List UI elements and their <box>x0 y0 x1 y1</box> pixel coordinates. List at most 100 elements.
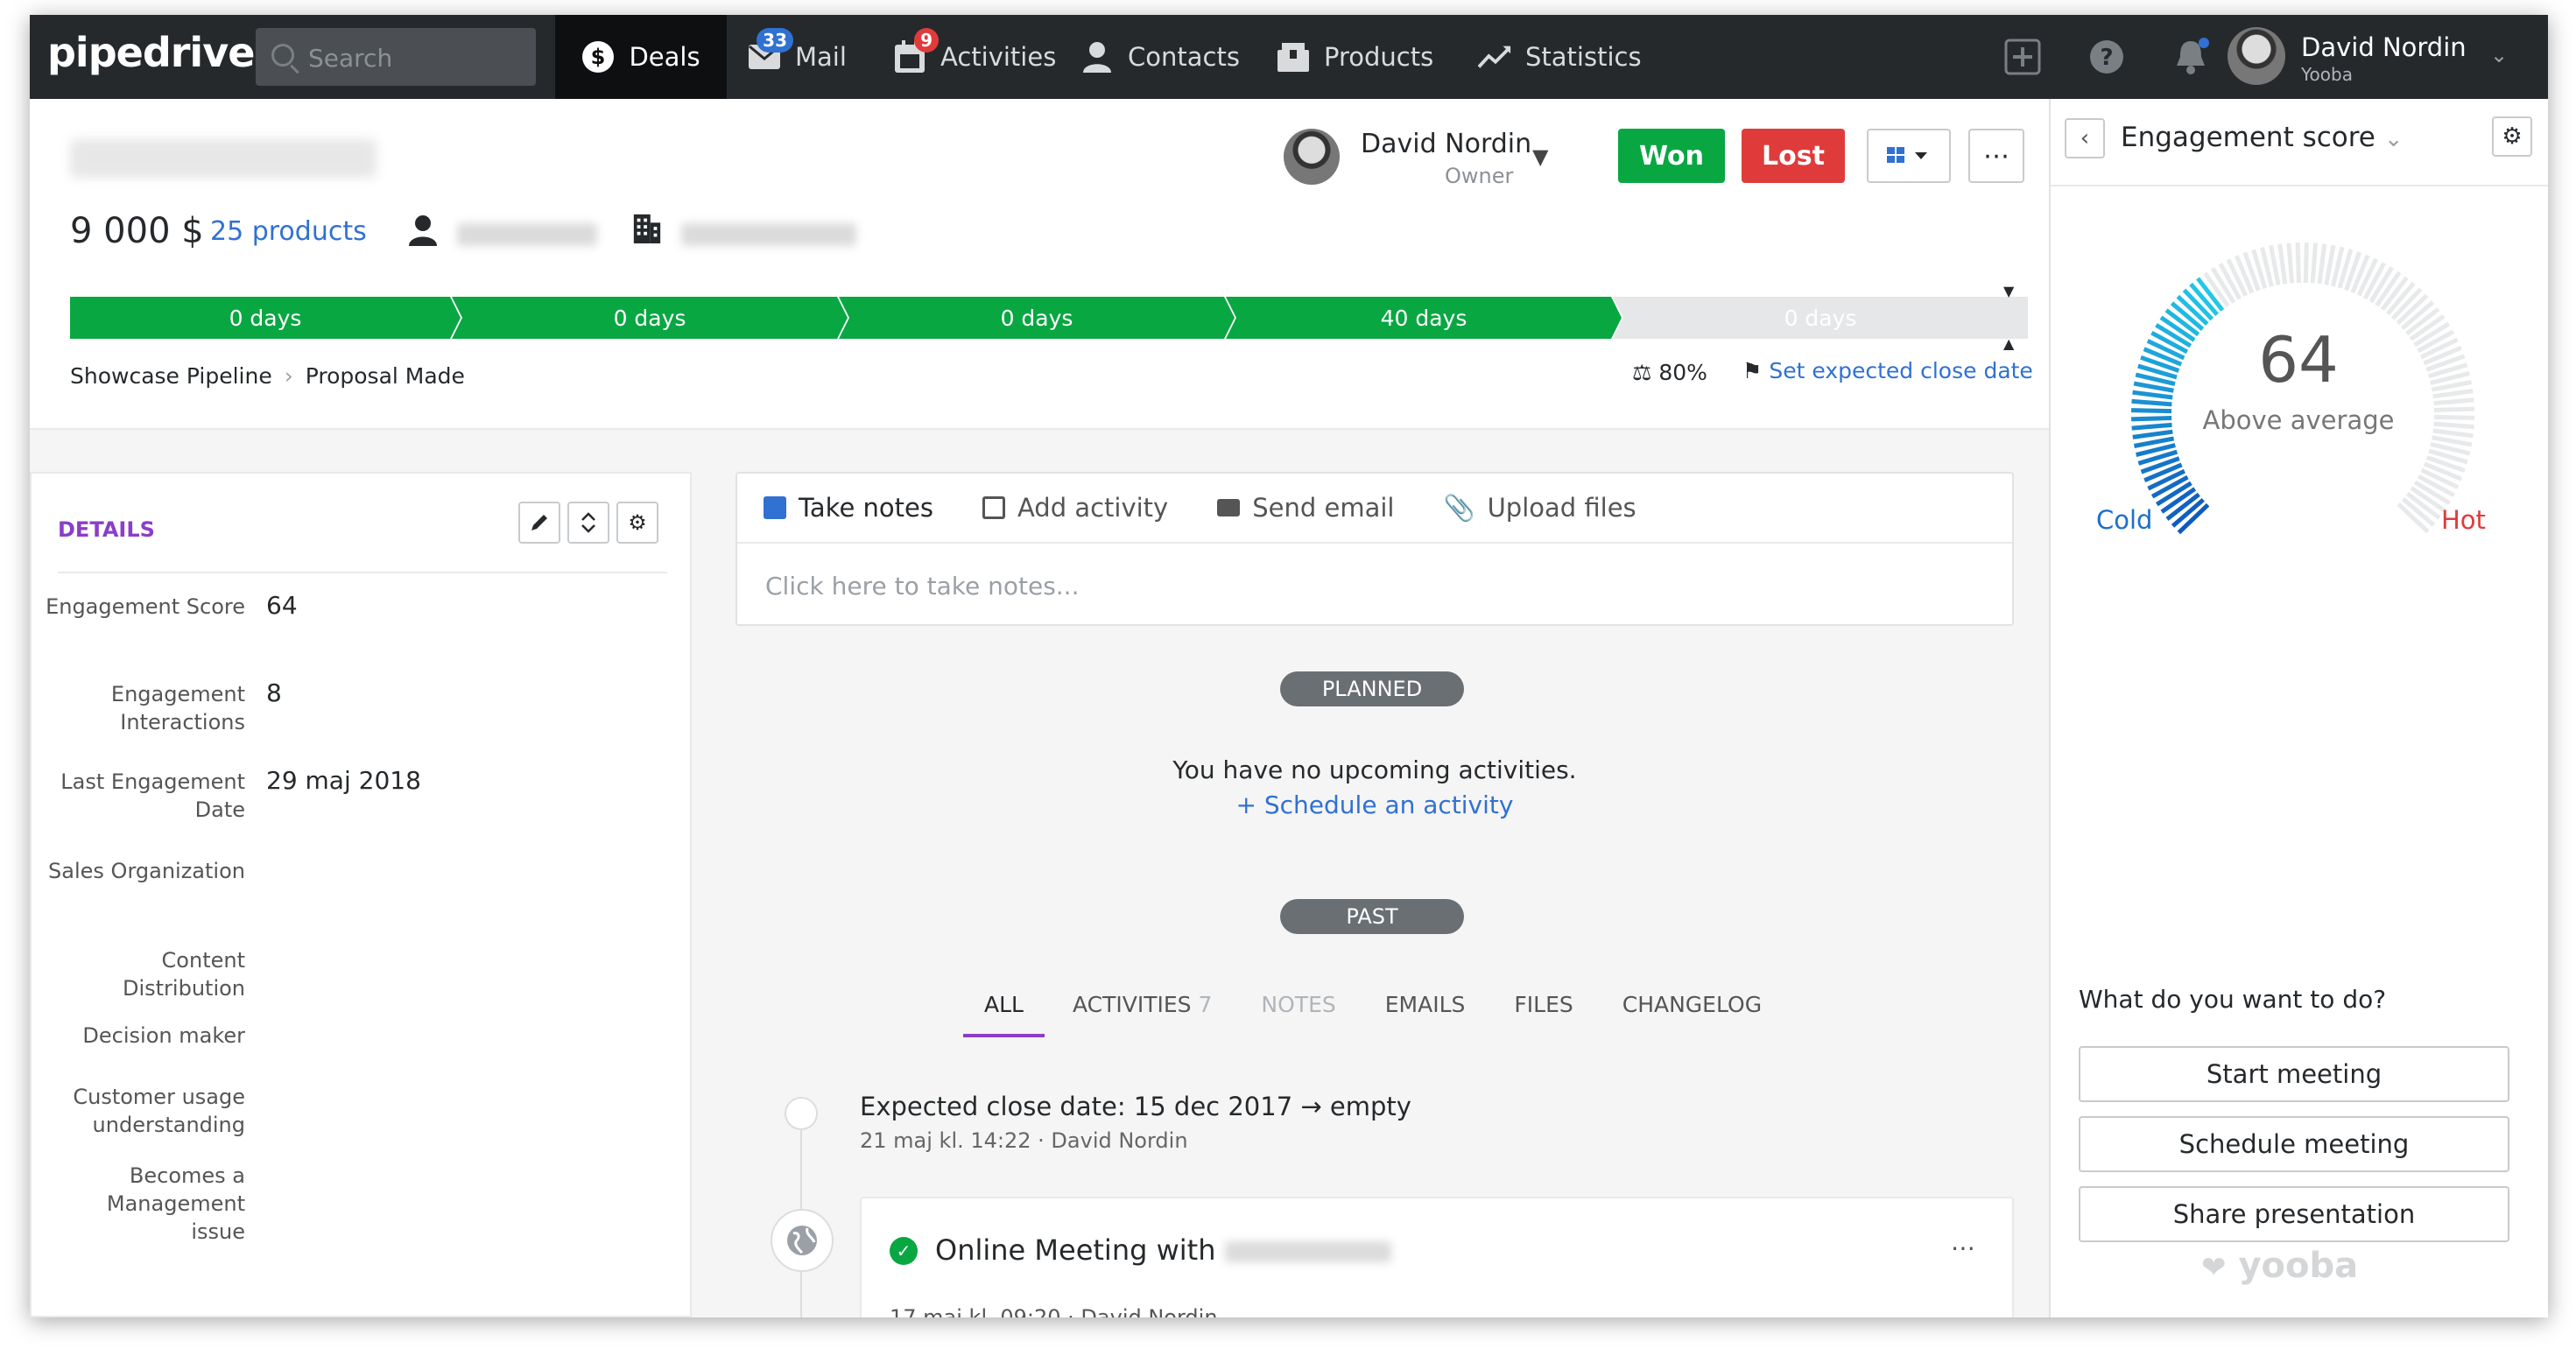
notes-input[interactable]: Click here to take notes... <box>765 572 1079 601</box>
more-options-icon[interactable]: ⋯ <box>1951 1233 1975 1262</box>
activity-title: Online Meeting with <box>935 1233 1391 1267</box>
gear-icon[interactable]: ⚙ <box>616 502 658 544</box>
search-placeholder: Search <box>308 44 393 73</box>
schedule-meeting-button[interactable]: Schedule meeting <box>2079 1116 2509 1172</box>
set-close-date-link[interactable]: ⚑ Set expected close date <box>1742 358 2033 383</box>
person-icon <box>409 215 437 246</box>
user-name: David Nordin <box>2301 32 2467 62</box>
view-switch-button[interactable] <box>1867 129 1951 183</box>
planned-pill: PLANNED <box>1280 671 1464 706</box>
nav-products[interactable]: Products <box>1277 15 1433 99</box>
share-presentation-button[interactable]: Share presentation <box>2079 1186 2509 1242</box>
user-menu[interactable]: David Nordin Yooba ⌄ <box>2228 24 2525 90</box>
probability-value: 80% <box>1658 360 1707 385</box>
notifications-bell-icon[interactable] <box>2170 36 2212 78</box>
tab-changelog[interactable]: CHANGELOG <box>1622 992 1762 1044</box>
chevron-left-icon[interactable]: ‹ <box>2065 118 2105 158</box>
past-pill: PAST <box>1280 899 1464 934</box>
tab-upload-files[interactable]: 📎 Upload files <box>1443 493 1636 523</box>
tab-take-notes[interactable]: Take notes <box>764 493 933 523</box>
trend-icon <box>1478 40 1511 74</box>
chevron-down-icon: ⌄ <box>2383 126 2404 152</box>
yooba-wordmark: yooba <box>2238 1246 2359 1286</box>
timeline-event-meta: 21 maj kl. 14:22 · David Nordin <box>860 1128 1188 1153</box>
nav-statistics-label: Statistics <box>1525 42 1642 72</box>
breadcrumb-pipeline[interactable]: Showcase Pipeline <box>70 363 272 389</box>
owner-name[interactable]: David Nordin <box>1361 129 1531 159</box>
search-input[interactable]: Search <box>256 28 536 86</box>
help-icon[interactable]: ? <box>2086 36 2128 78</box>
nav-contacts-label: Contacts <box>1128 42 1240 72</box>
nav-activities[interactable]: 9 Activities <box>893 15 1056 99</box>
more-actions-button[interactable]: ⋯ <box>1968 129 2024 183</box>
owner-role: Owner <box>1445 164 1514 188</box>
gauge-tick <box>2286 242 2295 284</box>
mail-icon <box>1217 499 1241 516</box>
check-icon[interactable]: ✓ <box>890 1237 918 1265</box>
gauge-tick <box>2324 244 2336 285</box>
engagement-title[interactable]: Engagement score ⌄ <box>2121 122 2404 153</box>
gauge-tick <box>2432 435 2473 447</box>
tab-label: Upload files <box>1487 493 1636 523</box>
tab-label: Send email <box>1252 493 1395 523</box>
field-label: Content Distribution <box>122 948 245 1001</box>
tab-files[interactable]: FILES <box>1514 992 1573 1044</box>
field-value[interactable]: 64 <box>266 591 298 620</box>
won-button[interactable]: Won <box>1618 129 1725 183</box>
probability[interactable]: ⚖ 80% <box>1632 360 1707 385</box>
hot-label: Hot <box>2441 505 2486 535</box>
contact-person-redacted[interactable] <box>457 223 597 246</box>
nav-contacts[interactable]: Contacts <box>1080 15 1240 99</box>
products-link[interactable]: 25 products <box>210 216 367 247</box>
top-navigation-bar: pipedrive Search $ Deals 33 Mail 9 Activ… <box>30 15 2548 99</box>
deal-title-redacted <box>70 139 377 178</box>
gear-icon[interactable]: ⚙ <box>2492 116 2532 157</box>
details-panel: DETAILS ⚙ Engagement Score 64 Engagement… <box>30 472 692 1317</box>
activity-meta-text: 17 maj kl. 09:20 · David Nordin <box>890 1305 1218 1317</box>
edit-pencil-icon[interactable] <box>518 502 560 544</box>
tab-notes[interactable]: NOTES <box>1261 992 1335 1044</box>
app-window: pipedrive Search $ Deals 33 Mail 9 Activ… <box>30 15 2548 1317</box>
breadcrumb-stage[interactable]: Proposal Made <box>306 363 465 389</box>
nav-deals[interactable]: $ Deals <box>555 15 727 99</box>
pipeline-stage-5[interactable]: 0 days <box>1613 297 2028 339</box>
quick-add-icon[interactable] <box>2002 36 2044 78</box>
scroll-up-arrow-icon[interactable]: ▼ <box>2003 283 2014 299</box>
tab-all[interactable]: ALL <box>963 992 1045 1044</box>
svg-text:?: ? <box>2100 45 2113 71</box>
dollar-icon: $ <box>581 40 615 74</box>
engagement-score-label: Above average <box>2202 405 2395 435</box>
organization-redacted[interactable] <box>681 223 856 246</box>
participant-redacted <box>1224 1241 1391 1262</box>
tab-label: ALL <box>984 992 1024 1017</box>
schedule-activity-link[interactable]: + Schedule an activity <box>735 790 2014 819</box>
gauge-tick <box>2310 242 2319 284</box>
nav-mail[interactable]: 33 Mail <box>748 15 847 99</box>
field-value[interactable]: 29 maj 2018 <box>266 766 421 795</box>
lost-button[interactable]: Lost <box>1742 129 1845 183</box>
field-value[interactable]: 8 <box>266 678 282 707</box>
gauge-tick <box>2131 398 2172 407</box>
start-meeting-button[interactable]: Start meeting <box>2079 1046 2509 1102</box>
tab-activities[interactable]: ACTIVITIES 7 <box>1073 992 1212 1044</box>
tab-emails[interactable]: EMAILS <box>1385 992 1466 1044</box>
calendar-icon <box>982 496 1005 519</box>
pipeline-stage-3[interactable]: 0 days <box>839 297 1235 339</box>
pipedrive-logo[interactable]: pipedrive <box>47 29 255 76</box>
caret-down-icon[interactable]: ▼ <box>1532 144 1548 169</box>
pipeline-stage-1[interactable]: 0 days <box>70 297 461 339</box>
scroll-down-arrow-icon[interactable]: ▲ <box>2003 335 2014 352</box>
pipeline-stage-4[interactable]: 40 days <box>1226 297 1622 339</box>
composer-tabs: Take notes Add activity Send email 📎 Uplo… <box>737 474 2012 544</box>
nav-statistics[interactable]: Statistics <box>1478 15 1642 99</box>
timeline-dot <box>785 1097 818 1130</box>
tab-add-activity[interactable]: Add activity <box>982 493 1168 523</box>
svg-text:$: $ <box>591 45 606 69</box>
pipeline-stage-2[interactable]: 0 days <box>452 297 848 339</box>
mail-icon: 33 <box>748 28 793 74</box>
reorder-icon[interactable] <box>567 502 609 544</box>
user-avatar <box>2228 27 2285 85</box>
tab-label: Add activity <box>1017 493 1169 523</box>
tab-send-email[interactable]: Send email <box>1217 493 1394 523</box>
activity-card[interactable]: ✓ Online Meeting with 17 maj kl. 09:20 ·… <box>860 1197 2014 1317</box>
